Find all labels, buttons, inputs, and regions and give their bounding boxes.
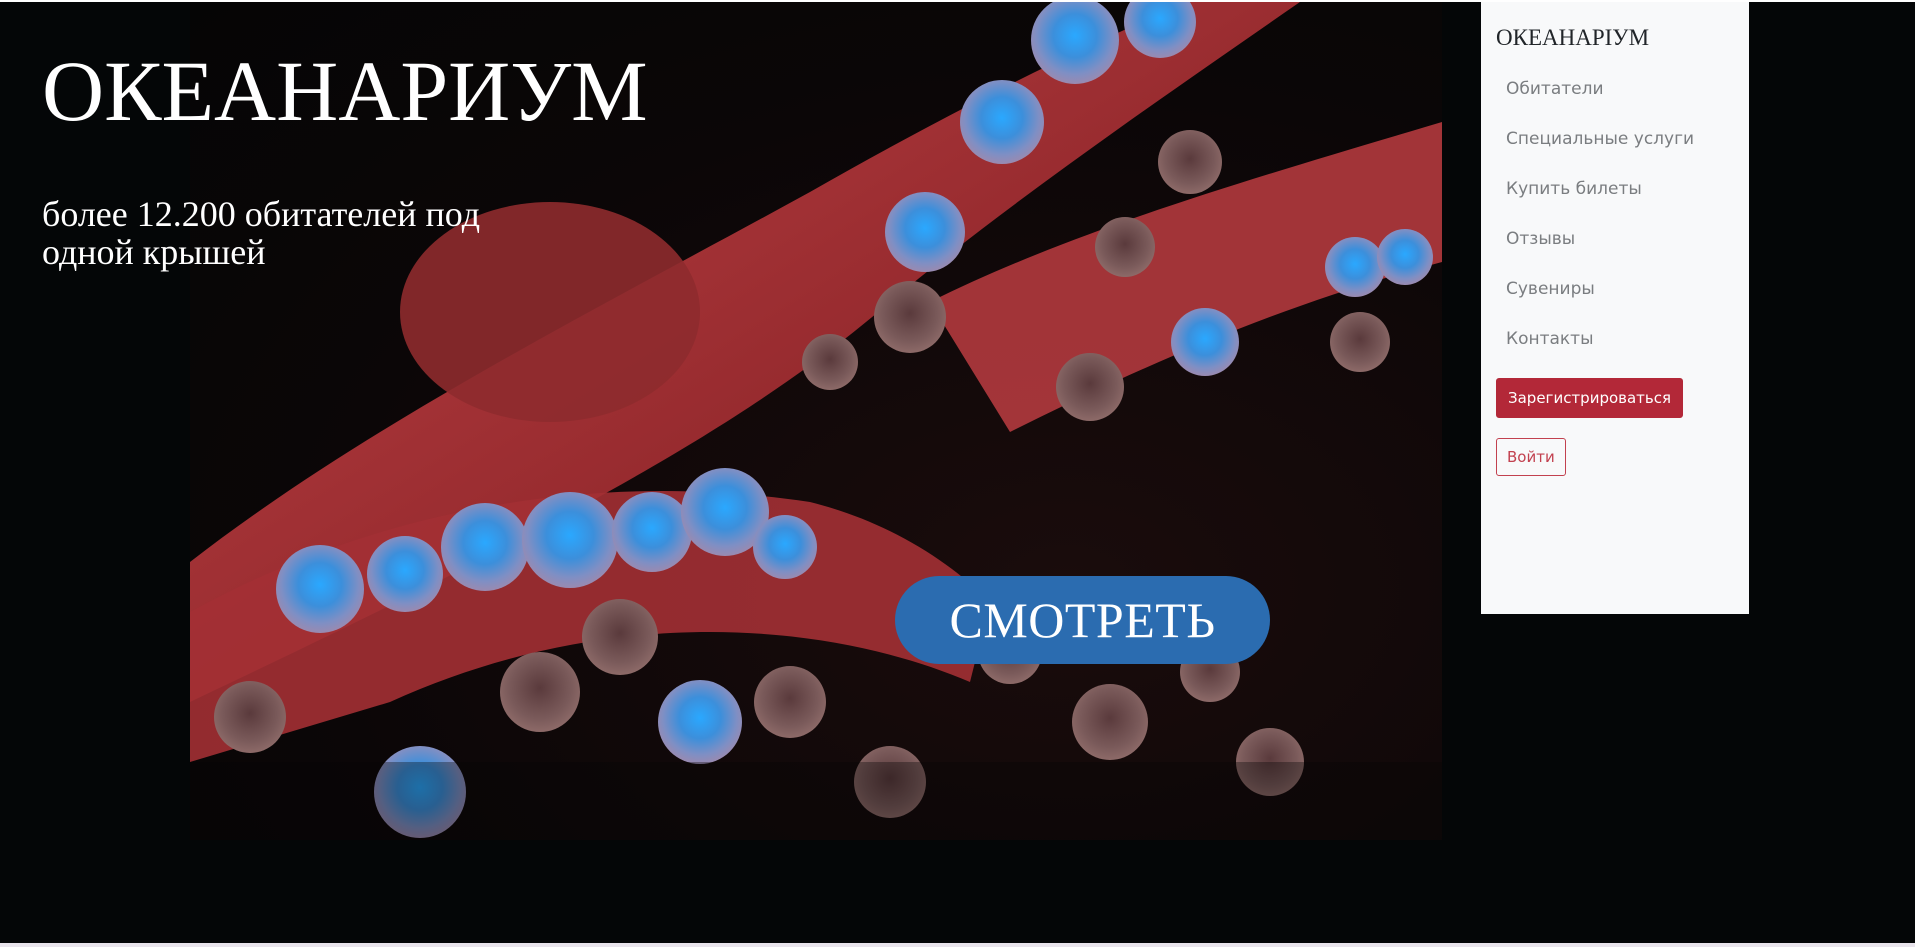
sidebar-item-reviews[interactable]: Отзывы: [1496, 214, 1734, 264]
hero-subtitle: более 12.200 обитателей под одной крышей: [42, 194, 481, 272]
sidebar-item-inhabitants[interactable]: Обитатели: [1496, 64, 1734, 114]
sidebar-item-special-services[interactable]: Специальные услуги: [1496, 114, 1734, 164]
login-button[interactable]: Войти: [1496, 438, 1566, 476]
register-button[interactable]: Зарегистрироваться: [1496, 378, 1684, 418]
nav-list: Обитатели Специальные услуги Купить биле…: [1496, 64, 1734, 364]
sidebar: ОКЕАНАРIУМ Обитатели Специальные услуги …: [1481, 2, 1749, 614]
page: ОКЕАНАРИУМ более 12.200 обитателей под о…: [0, 0, 1915, 947]
page-bottom-strip: [0, 943, 1915, 947]
sidebar-brand[interactable]: ОКЕАНАРIУМ: [1496, 24, 1734, 52]
hero-title: ОКЕАНАРИУМ: [42, 43, 648, 139]
sidebar-item-contacts[interactable]: Контакты: [1496, 314, 1734, 364]
watch-button[interactable]: СМОТРЕТЬ: [895, 576, 1270, 664]
sidebar-item-buy-tickets[interactable]: Купить билеты: [1496, 164, 1734, 214]
sidebar-item-souvenirs[interactable]: Сувениры: [1496, 264, 1734, 314]
